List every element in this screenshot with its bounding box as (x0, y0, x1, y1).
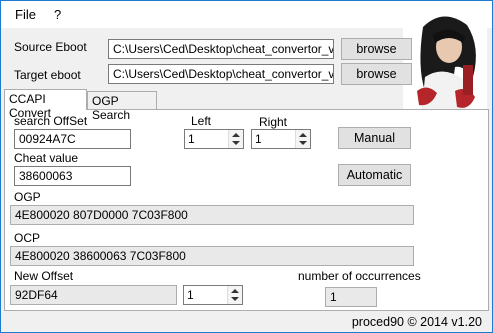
target-eboot-path-field[interactable]: C:\Users\Ced\Desktop\cheat_convertor_v1\ (108, 64, 334, 84)
occurrences-field[interactable]: 1 (325, 287, 377, 307)
down-arrow-icon[interactable] (231, 297, 239, 301)
left-stepper-arrows[interactable] (228, 130, 243, 148)
up-arrow-icon[interactable] (231, 289, 239, 293)
ogp-label: OGP (14, 190, 41, 204)
tab-ccapi-convert[interactable]: CCAPI Convert (4, 89, 87, 120)
search-offset-input[interactable]: 00924A7C (14, 129, 131, 149)
up-arrow-icon[interactable] (232, 133, 240, 137)
source-eboot-path-field[interactable]: C:\Users\Ced\Desktop\cheat_convertor_v1\ (108, 39, 334, 59)
source-eboot-label: Source Eboot (14, 40, 87, 54)
target-eboot-label: Target eboot (14, 68, 81, 82)
new-offset-stepper[interactable]: 1 (183, 285, 243, 305)
right-label: Right (259, 115, 288, 129)
down-arrow-icon[interactable] (299, 141, 307, 145)
credit-text: proced90 © 2014 v1.20 (351, 315, 482, 329)
app-window: File ? X Source Eboot C:\Users\Ced\Deskt… (0, 0, 493, 333)
cheat-value-input[interactable]: 38600063 (14, 166, 131, 186)
down-arrow-icon[interactable] (232, 141, 240, 145)
character-portrait-image (403, 7, 487, 117)
source-browse-button[interactable]: browse (341, 38, 412, 60)
ocp-field[interactable]: 4E800020 38600063 7C03F800 (10, 246, 414, 266)
up-arrow-icon[interactable] (299, 133, 307, 137)
right-stepper[interactable]: 1 (251, 129, 311, 149)
menu-file[interactable]: File (15, 7, 36, 22)
cheat-value-label: Cheat value (14, 151, 79, 165)
ogp-field[interactable]: 4E800020 807D0000 7C03F800 (10, 205, 414, 225)
right-stepper-value: 1 (255, 132, 262, 146)
search-offset-label: search OffSet (14, 114, 88, 128)
new-offset-label: New Offset (14, 269, 74, 283)
left-stepper[interactable]: 1 (184, 129, 244, 149)
target-browse-button[interactable]: browse (341, 63, 412, 85)
status-bar: proced90 © 2014 v1.20 (1, 313, 492, 332)
ocp-label: OCP (14, 231, 41, 245)
new-offset-stepper-value: 1 (187, 288, 194, 302)
new-offset-field[interactable]: 92DF64 (10, 285, 177, 305)
occurrences-label: number of occurrences (298, 269, 421, 283)
right-stepper-arrows[interactable] (295, 130, 310, 148)
automatic-button[interactable]: Automatic (338, 164, 411, 186)
new-offset-stepper-arrows[interactable] (227, 286, 242, 304)
left-stepper-value: 1 (188, 132, 195, 146)
manual-button[interactable]: Manual (338, 127, 411, 149)
menu-help[interactable]: ? (54, 7, 61, 22)
left-label: Left (191, 114, 212, 128)
tab-ogp-search[interactable]: OGP Search (87, 91, 157, 122)
